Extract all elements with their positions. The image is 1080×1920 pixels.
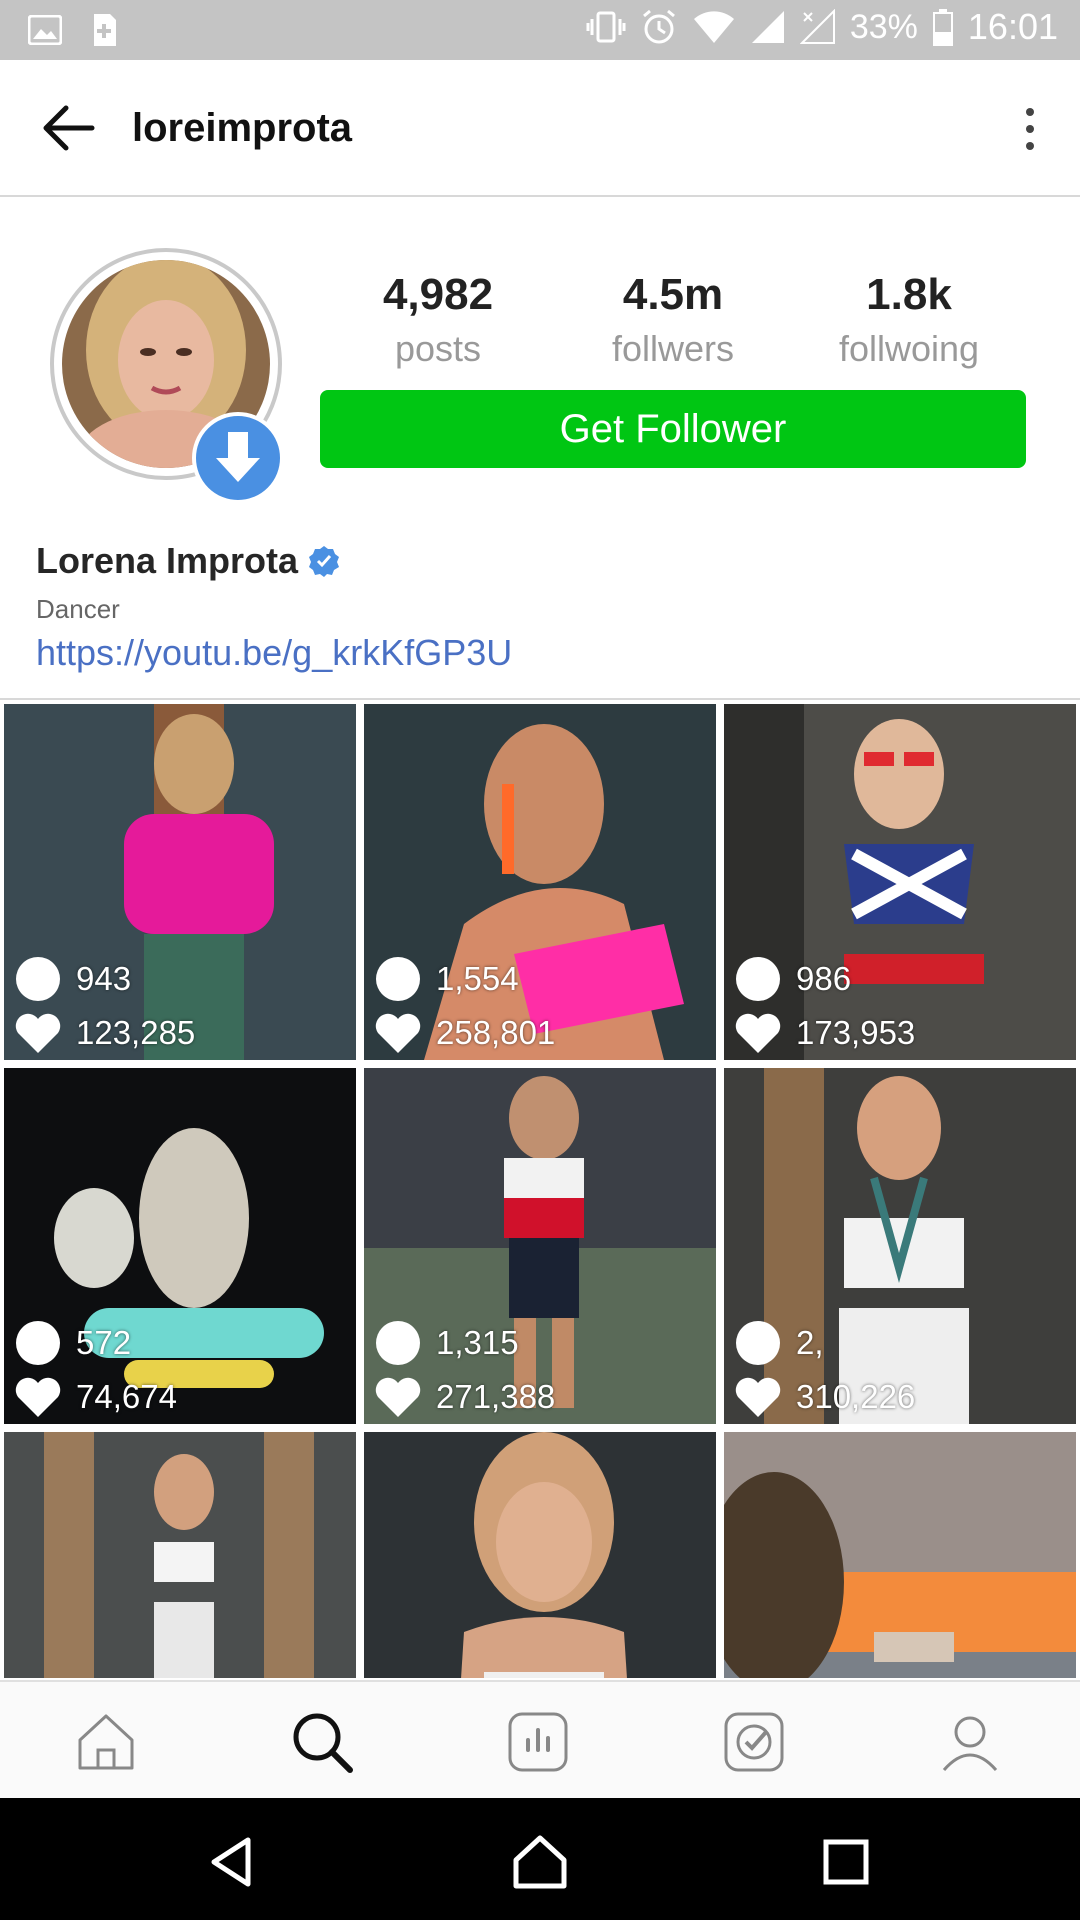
system-nav-bar: [0, 1798, 1080, 1920]
post-image: [4, 1432, 356, 1678]
heart-icon: [375, 1013, 421, 1053]
battery-icon: [932, 9, 953, 46]
recents-icon[interactable]: [818, 1834, 874, 1890]
like-count: 74,674: [76, 1378, 177, 1415]
sd-card-icon: [94, 14, 116, 46]
more-options-icon[interactable]: [1020, 104, 1040, 154]
comment-count: 943: [76, 960, 132, 997]
following-count: 1.8k: [866, 270, 952, 319]
signal-icon: [751, 11, 784, 43]
comment-count: 2,: [796, 1324, 824, 1361]
comment-count: 572: [76, 1324, 132, 1361]
signal-none-icon: [799, 9, 835, 44]
clock: 16:01: [967, 6, 1058, 47]
comment-icon: [16, 957, 60, 1001]
post-image: [724, 1432, 1076, 1678]
post-tile[interactable]: 1,554 258,801: [364, 704, 716, 1060]
post-tile[interactable]: [724, 1432, 1076, 1678]
back-triangle-icon[interactable]: [204, 1834, 260, 1890]
stat-following[interactable]: 1.8k follwoing: [809, 270, 1009, 370]
verified-badge-icon: [309, 546, 340, 577]
post-tile[interactable]: [364, 1432, 716, 1678]
post-stats: 2, 310,226: [732, 1316, 915, 1424]
status-bar: 33% 16:01: [0, 0, 1080, 60]
heart-icon: [15, 1013, 61, 1053]
following-label: follwoing: [838, 328, 980, 369]
post-stats: 1,554 258,801: [372, 952, 555, 1060]
app-bar: loreimprota: [0, 60, 1080, 197]
post-tile[interactable]: 2, 310,226: [724, 1068, 1076, 1424]
gallery-icon: [28, 15, 62, 45]
heart-icon: [15, 1377, 61, 1417]
search-icon[interactable]: [290, 1710, 354, 1774]
wifi-icon: [693, 11, 734, 43]
comment-count: 1,315: [436, 1324, 519, 1361]
home-button-icon[interactable]: [512, 1834, 568, 1890]
comment-count: 1,554: [436, 960, 519, 997]
like-count: 173,953: [796, 1014, 916, 1051]
like-count: 310,226: [796, 1378, 916, 1415]
profile-category: Dancer: [36, 594, 120, 624]
comment-icon: [736, 1321, 780, 1365]
comment-icon: [376, 1321, 420, 1365]
stat-followers[interactable]: 4.5m follwers: [573, 270, 773, 370]
comment-count: 986: [796, 960, 852, 997]
post-image: [364, 1432, 716, 1678]
comment-icon: [376, 957, 420, 1001]
comment-icon: [16, 1321, 60, 1365]
post-stats: 572 74,674: [12, 1316, 177, 1424]
profile-name-row: Lorena Improta: [36, 540, 340, 582]
heart-icon: [735, 1013, 781, 1053]
posts-label: posts: [394, 328, 482, 369]
page-title: loreimprota: [132, 106, 353, 150]
post-tile[interactable]: 943 123,285: [4, 704, 356, 1060]
post-tile[interactable]: [4, 1432, 356, 1678]
stat-posts[interactable]: 4,982 posts: [338, 270, 538, 370]
followers-label: follwers: [611, 328, 735, 369]
post-tile[interactable]: 986 173,953: [724, 704, 1076, 1060]
posts-count: 4,982: [382, 270, 494, 319]
heart-icon: [735, 1377, 781, 1417]
post-stats: 1,315 271,388: [372, 1316, 555, 1424]
check-badge-icon[interactable]: [722, 1710, 786, 1774]
like-count: 123,285: [76, 1014, 196, 1051]
post-tile[interactable]: 1,315 271,388: [364, 1068, 716, 1424]
bottom-nav: [0, 1680, 1080, 1800]
home-icon[interactable]: [74, 1710, 138, 1774]
divider: [0, 698, 1080, 700]
back-arrow-icon[interactable]: [38, 100, 98, 156]
post-stats: 943 123,285: [12, 952, 195, 1060]
profile-icon[interactable]: [938, 1710, 1002, 1774]
comment-icon: [736, 957, 780, 1001]
vibrate-icon: [586, 11, 626, 43]
stats-icon[interactable]: [506, 1710, 570, 1774]
profile-name: Lorena Improta: [36, 540, 299, 581]
download-arrow-icon: [216, 432, 260, 482]
alarm-icon: [642, 9, 675, 44]
post-stats: 986 173,953: [732, 952, 915, 1060]
get-follower-button[interactable]: Get Follower: [320, 390, 1026, 468]
posts-grid: 943 123,285 1,554 258,801 986 173,953 57…: [4, 704, 1076, 1678]
profile-link[interactable]: https://youtu.be/g_krkKfGP3U: [36, 632, 512, 674]
post-tile[interactable]: 572 74,674: [4, 1068, 356, 1424]
like-count: 271,388: [436, 1378, 556, 1415]
download-badge[interactable]: [192, 412, 284, 504]
battery-percent: 33%: [849, 7, 918, 46]
followers-count: 4.5m: [622, 270, 724, 319]
like-count: 258,801: [436, 1014, 556, 1051]
heart-icon: [375, 1377, 421, 1417]
